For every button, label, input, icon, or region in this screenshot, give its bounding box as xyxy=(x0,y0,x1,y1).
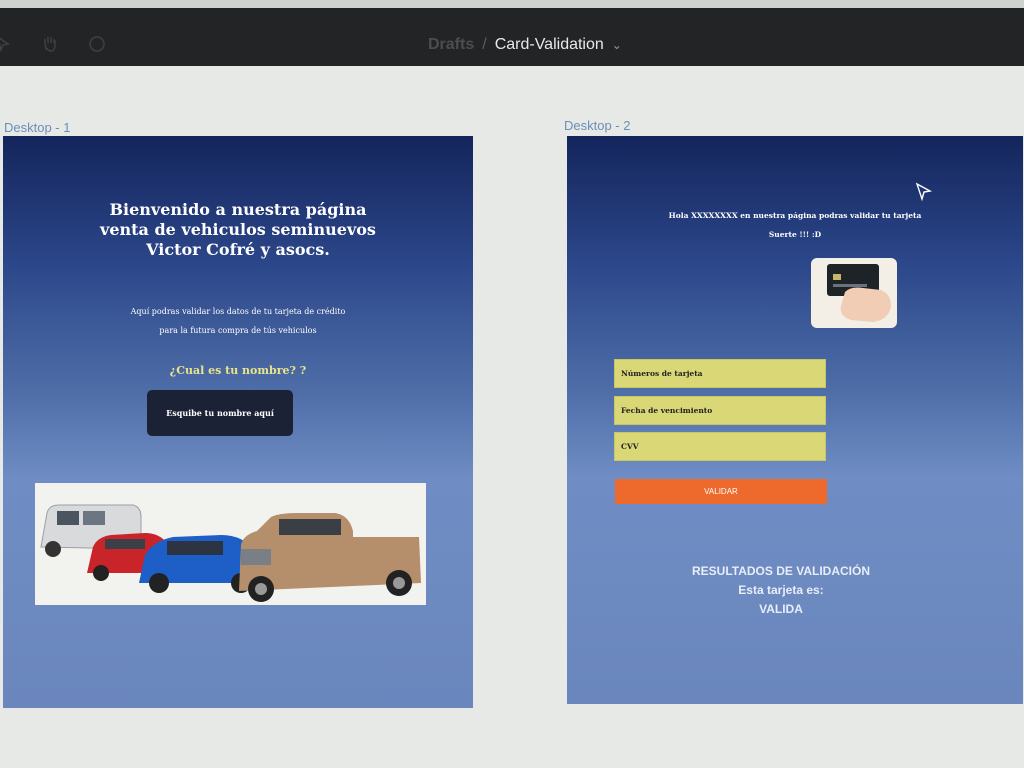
frame-desktop-2[interactable]: Hola XXXXXXXX en nuestra página podras v… xyxy=(567,136,1023,704)
validation-results: RESULTADOS DE VALIDACIÓN Esta tarjeta es… xyxy=(615,562,947,619)
cars-illustration xyxy=(40,504,421,602)
comment-icon[interactable] xyxy=(87,34,107,54)
file-name[interactable]: Card-Validation xyxy=(495,36,604,53)
greeting-line: Suerte !!! :D xyxy=(768,230,822,239)
cvv-field[interactable]: CVV xyxy=(614,432,826,461)
welcome-line: Victor Cofré y asocs. xyxy=(146,240,330,259)
screen-top-bezel xyxy=(0,0,1024,8)
hand-icon[interactable] xyxy=(40,34,60,54)
results-heading: RESULTADOS DE VALIDACIÓN xyxy=(691,564,870,578)
breadcrumb-separator: / xyxy=(482,36,487,53)
expiry-date-field[interactable]: Fecha de vencimiento xyxy=(614,396,826,425)
greeting-text: Hola XXXXXXXX en nuestra página podras v… xyxy=(567,206,1023,244)
credit-card-icon xyxy=(827,264,891,322)
greeting-line: Hola XXXXXXXX en nuestra página podras v… xyxy=(668,211,922,220)
name-input-button[interactable]: Esquibe tu nombre aquí xyxy=(147,390,293,436)
intro-text: Aquí podras validar los datos de tu tarj… xyxy=(3,302,473,340)
intro-line: para la futura compra de tús vehiculos xyxy=(159,326,317,335)
validate-button[interactable]: VALIDAR xyxy=(615,479,827,504)
credit-card-image xyxy=(811,258,897,328)
chevron-down-icon[interactable]: ⌄ xyxy=(612,38,622,52)
results-value: VALIDA xyxy=(759,602,803,616)
name-question: ¿Cual es tu nombre? ? xyxy=(169,364,307,377)
breadcrumb-drafts[interactable]: Drafts xyxy=(428,36,474,53)
frame-label-desktop-2[interactable]: Desktop - 2 xyxy=(564,118,630,133)
welcome-heading: Bienvenido a nuestra página venta de veh… xyxy=(3,200,473,260)
frame-desktop-1[interactable]: Bienvenido a nuestra página venta de veh… xyxy=(3,136,473,708)
figma-toolbar: Drafts / Card-Validation ⌄ xyxy=(0,8,1024,66)
frame-label-desktop-1[interactable]: Desktop - 1 xyxy=(4,120,70,135)
mouse-pointer-icon xyxy=(915,182,933,202)
card-number-field[interactable]: Números de tarjeta xyxy=(614,359,826,388)
intro-line: Aquí podras validar los datos de tu tarj… xyxy=(130,307,346,316)
move-icon[interactable] xyxy=(0,34,14,54)
vehicles-image xyxy=(35,483,426,605)
welcome-line: venta de vehiculos seminuevos xyxy=(100,220,376,239)
welcome-line: Bienvenido a nuestra página xyxy=(109,200,367,219)
file-title[interactable]: Drafts / Card-Validation ⌄ xyxy=(428,36,622,54)
results-label: Esta tarjeta es: xyxy=(738,583,824,597)
